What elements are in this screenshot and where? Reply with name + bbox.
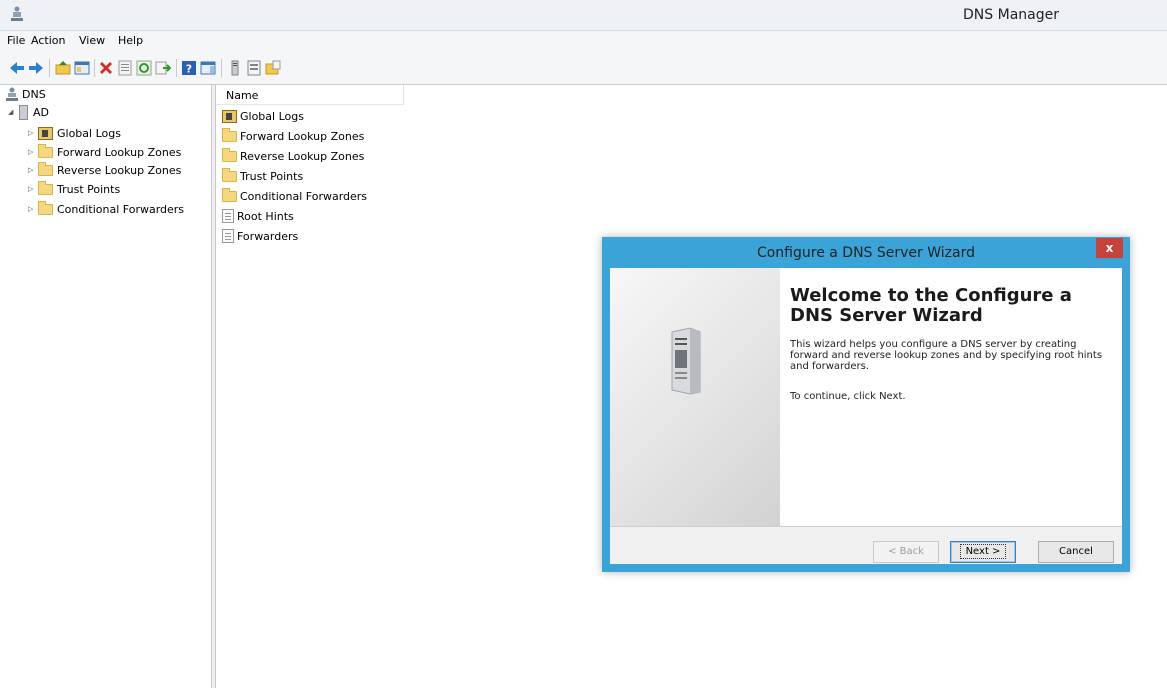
toolbar-separator xyxy=(176,59,177,77)
toolbar-separator xyxy=(49,59,50,77)
wizard-continue-text: To continue, click Next. xyxy=(790,391,906,402)
list-item-label: Reverse Lookup Zones xyxy=(240,149,365,163)
console-tree: DNS ◢ AD ▷ Global Logs ▷ Forward Lookup … xyxy=(0,85,211,688)
folder-icon xyxy=(38,200,53,215)
tree-item-forward-lookup-zones[interactable]: ▷ Forward Lookup Zones xyxy=(28,143,181,161)
server-icon xyxy=(19,104,28,120)
column-header-name[interactable]: Name xyxy=(216,85,404,105)
tree-item-global-logs[interactable]: ▷ Global Logs xyxy=(28,124,121,142)
folder-icon xyxy=(222,147,237,162)
menu-file[interactable]: File xyxy=(7,34,25,47)
toolbar-separator xyxy=(94,59,95,77)
list-item-trust-points[interactable]: Trust Points xyxy=(222,167,303,185)
document-icon xyxy=(222,229,234,243)
collapse-arrow-icon[interactable]: ◢ xyxy=(8,108,16,116)
next-button[interactable]: Next > xyxy=(950,541,1016,563)
menu-action[interactable]: Action xyxy=(31,34,65,47)
expand-arrow-icon[interactable]: ▷ xyxy=(28,166,36,174)
list-item-forwarders[interactable]: Forwarders xyxy=(222,227,298,245)
document-icon xyxy=(222,209,234,223)
cancel-button[interactable]: Cancel xyxy=(1038,541,1114,563)
wizard-title: Configure a DNS Server Wizard xyxy=(756,245,976,261)
list-item-label: Forwarders xyxy=(237,229,299,243)
properties-icon[interactable] xyxy=(117,60,133,76)
list-item-label: Conditional Forwarders xyxy=(240,189,368,203)
list-item-label: Root Hints xyxy=(237,209,294,223)
menu-help[interactable]: Help xyxy=(118,34,143,47)
dns-manager-app-icon[interactable] xyxy=(10,6,24,22)
tree-label-ad: AD xyxy=(33,105,49,119)
server-icon[interactable] xyxy=(227,60,243,76)
list-item-label: Trust Points xyxy=(240,169,304,183)
help-icon[interactable]: ? xyxy=(181,60,197,76)
wizard-description: This wizard helps you configure a DNS se… xyxy=(790,339,1103,372)
list-item-label: Forward Lookup Zones xyxy=(240,129,365,143)
folder-icon xyxy=(38,143,53,158)
tree-label-dns: DNS xyxy=(22,87,46,101)
list-item-root-hints[interactable]: Root Hints xyxy=(222,207,294,225)
folder-icon xyxy=(38,180,53,195)
toolbar: ? xyxy=(0,52,1167,85)
title-bar: DNS Manager xyxy=(0,0,1167,31)
next-button-label: Next > xyxy=(959,544,1007,559)
list-item-global-logs[interactable]: Global Logs xyxy=(222,107,304,125)
new-zone-icon[interactable] xyxy=(265,60,281,76)
tree-item-ad[interactable]: ◢ AD xyxy=(8,103,49,121)
configure-dns-wizard-dialog: Configure a DNS Server Wizard x Welcome … xyxy=(602,237,1130,572)
list-item-reverse-lookup-zones[interactable]: Reverse Lookup Zones xyxy=(222,147,364,165)
toolbar-separator xyxy=(221,59,222,77)
wizard-divider xyxy=(610,526,1122,527)
server-tower-icon xyxy=(671,327,701,395)
show-hide-action-pane-icon[interactable] xyxy=(200,60,216,76)
wizard-body: Welcome to the Configure a DNS Server Wi… xyxy=(610,268,1122,564)
menu-view[interactable]: View xyxy=(79,34,105,47)
expand-arrow-icon[interactable]: ▷ xyxy=(28,185,36,193)
wizard-content: Welcome to the Configure a DNS Server Wi… xyxy=(780,268,1122,526)
tree-item-dns[interactable]: DNS xyxy=(6,85,46,103)
tree-label: Forward Lookup Zones xyxy=(57,145,182,159)
wizard-side-panel xyxy=(610,268,780,526)
forward-arrow-icon[interactable] xyxy=(28,60,44,76)
wizard-heading: Welcome to the Configure a DNS Server Wi… xyxy=(790,285,1072,326)
refresh-icon[interactable] xyxy=(136,60,152,76)
global-logs-icon xyxy=(38,126,53,140)
tree-label: Conditional Forwarders xyxy=(57,202,185,216)
folder-icon xyxy=(222,187,237,202)
up-folder-icon[interactable] xyxy=(55,60,71,76)
expand-arrow-icon[interactable]: ▷ xyxy=(28,129,36,137)
folder-icon xyxy=(38,161,53,176)
window-title: DNS Manager xyxy=(963,7,1059,23)
svg-text:?: ? xyxy=(186,63,192,76)
tree-label: Reverse Lookup Zones xyxy=(57,163,182,177)
back-button[interactable]: < Back xyxy=(873,541,939,563)
list-item-forward-lookup-zones[interactable]: Forward Lookup Zones xyxy=(222,127,364,145)
menu-bar: File Action View Help xyxy=(0,31,1167,52)
expand-arrow-icon[interactable]: ▷ xyxy=(28,148,36,156)
list-item-conditional-forwarders[interactable]: Conditional Forwarders xyxy=(222,187,367,205)
export-list-icon[interactable] xyxy=(155,60,171,76)
close-button[interactable]: x xyxy=(1096,238,1123,258)
global-logs-icon xyxy=(222,109,237,123)
show-hide-console-tree-icon[interactable] xyxy=(74,60,90,76)
tree-item-trust-points[interactable]: ▷ Trust Points xyxy=(28,180,120,198)
filter-list-icon[interactable] xyxy=(246,60,262,76)
delete-icon[interactable] xyxy=(98,60,114,76)
back-arrow-icon[interactable] xyxy=(9,60,25,76)
folder-icon xyxy=(222,127,237,142)
dns-root-icon xyxy=(6,87,18,101)
tree-item-reverse-lookup-zones[interactable]: ▷ Reverse Lookup Zones xyxy=(28,161,181,179)
expand-arrow-icon[interactable]: ▷ xyxy=(28,205,36,213)
tree-item-conditional-forwarders[interactable]: ▷ Conditional Forwarders xyxy=(28,200,184,218)
list-item-label: Global Logs xyxy=(240,109,304,123)
tree-label: Trust Points xyxy=(57,182,121,196)
folder-icon xyxy=(222,167,237,182)
tree-label: Global Logs xyxy=(57,126,121,140)
